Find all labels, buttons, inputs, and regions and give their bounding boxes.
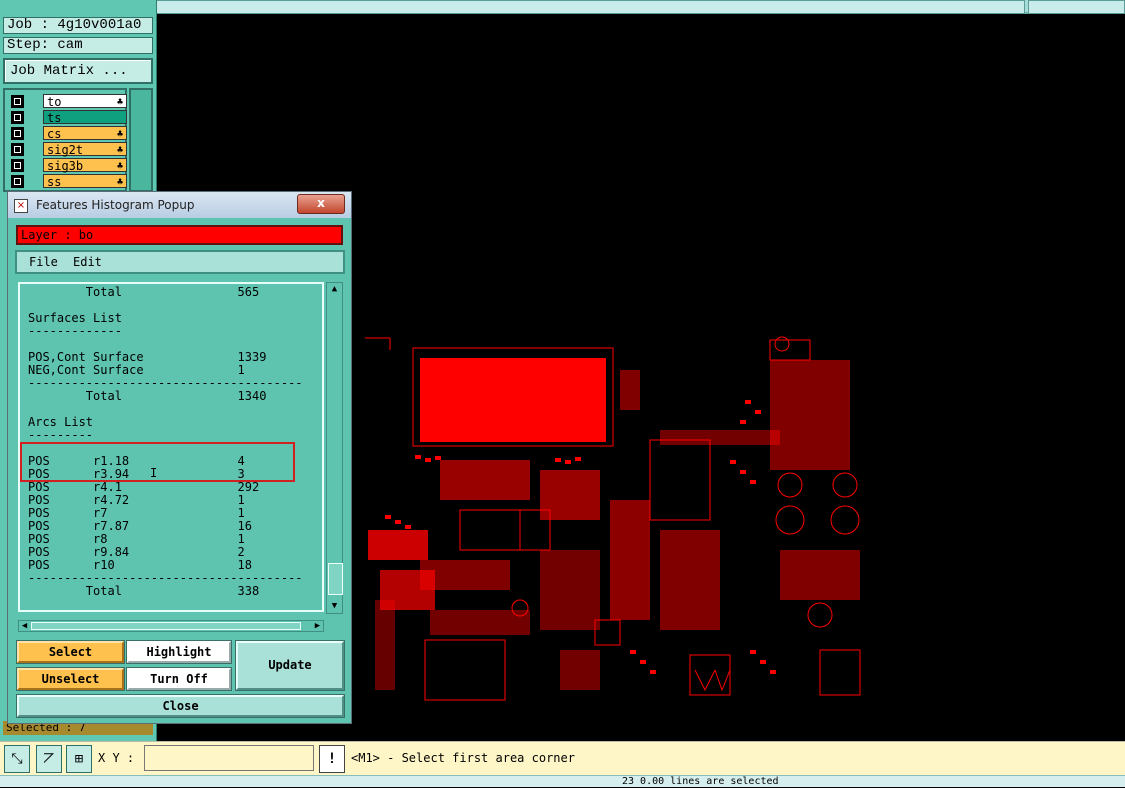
scroll-right-arrow-icon[interactable]: ▶ xyxy=(312,621,323,631)
warning-button[interactable]: ! xyxy=(319,745,345,773)
pcb-layer-drawing xyxy=(365,336,861,701)
copper-pour-block xyxy=(420,358,606,442)
update-button[interactable]: Update xyxy=(235,640,345,691)
pcb-canvas[interactable] xyxy=(360,320,880,710)
step-label: Step: cam xyxy=(3,37,153,54)
layer-checkbox[interactable] xyxy=(11,95,24,108)
leaf-icon: ♣ xyxy=(116,145,123,156)
menu-edit[interactable]: Edit xyxy=(73,255,102,269)
footer-status: 23 0.00 lines are selected xyxy=(0,775,1125,787)
layer-row-ts[interactable]: ts xyxy=(7,110,127,125)
zoom-area-icon[interactable]: ⤡ xyxy=(4,745,30,773)
layer-name[interactable]: sig2t ♣ xyxy=(43,142,127,157)
list-horizontal-scrollbar[interactable]: ◀ ▶ xyxy=(18,620,324,632)
popup-title: Features Histogram Popup xyxy=(36,198,195,212)
select-button[interactable]: Select xyxy=(16,640,125,664)
scroll-up-arrow-icon[interactable]: ▲ xyxy=(329,284,340,295)
mouse-prompt: <M1> - Select first area corner xyxy=(351,751,575,765)
layer-name[interactable]: to ♣ xyxy=(43,94,127,109)
histogram-line: ------------- xyxy=(28,324,122,338)
top-strip-field xyxy=(155,0,1025,14)
layer-checkbox[interactable] xyxy=(11,127,24,140)
bottom-status-bar: ⤡ ⦢ ⊞ X Y : ! <M1> - Select first area c… xyxy=(0,741,1125,775)
measure-icon[interactable]: ⦢ xyxy=(36,745,62,773)
scroll-thumb[interactable] xyxy=(328,563,343,595)
job-label: Job : 4g10v001a0 xyxy=(3,17,153,34)
leaf-icon: ♣ xyxy=(116,177,123,188)
layer-indicator: Layer : bo xyxy=(16,225,343,245)
job-matrix-button[interactable]: Job Matrix ... xyxy=(3,58,153,84)
leaf-icon: ♣ xyxy=(116,97,123,108)
scroll-down-arrow-icon[interactable]: ▼ xyxy=(329,601,340,612)
layer-row-to[interactable]: to ♣ xyxy=(7,94,127,109)
layer-row-sig3b[interactable]: sig3b ♣ xyxy=(7,158,127,173)
highlight-button[interactable]: Highlight xyxy=(126,640,232,664)
layer-name[interactable]: cs ♣ xyxy=(43,126,127,141)
popup-menubar: File Edit xyxy=(15,250,345,274)
top-strip-field-right xyxy=(1028,0,1125,14)
layer-checkbox[interactable] xyxy=(11,111,24,124)
text-cursor-icon: I xyxy=(150,466,158,480)
layer-checkbox[interactable] xyxy=(11,175,24,188)
footer-text: 23 0.00 lines are selected xyxy=(622,776,779,787)
highlight-annotation-box xyxy=(20,442,295,482)
layer-row-cs[interactable]: cs ♣ xyxy=(7,126,127,141)
menu-file[interactable]: File xyxy=(29,255,58,269)
close-button[interactable]: Close xyxy=(16,694,345,718)
layer-name[interactable]: ss ♣ xyxy=(43,174,127,189)
leaf-icon: ♣ xyxy=(116,161,123,172)
top-toolbar-strip xyxy=(155,0,1125,14)
popup-titlebar[interactable]: × Features Histogram Popup x xyxy=(8,192,351,218)
xy-label: X Y : xyxy=(98,751,135,765)
layer-name[interactable]: ts xyxy=(43,110,127,125)
unselect-button[interactable]: Unselect xyxy=(16,667,125,691)
snap-grid-icon[interactable]: ⊞ xyxy=(66,745,92,773)
histogram-line: --------- xyxy=(28,428,94,442)
layer-checkbox[interactable] xyxy=(11,159,24,172)
layer-name[interactable]: sig3b ♣ xyxy=(43,158,127,173)
histogram-line: Total 1340 xyxy=(28,389,267,403)
layer-checkbox[interactable] xyxy=(11,143,24,156)
layer-list-scrollbar[interactable] xyxy=(129,88,153,192)
histogram-line: Total 565 xyxy=(28,285,260,299)
layer-list: to ♣ ts cs ♣ sig2t ♣ sig3b ♣ ss ♣ xyxy=(3,88,127,192)
xy-input[interactable] xyxy=(144,745,314,771)
leaf-icon: ♣ xyxy=(116,129,123,140)
window-close-button[interactable]: x xyxy=(297,194,345,214)
app-icon: × xyxy=(14,199,28,213)
list-vertical-scrollbar[interactable]: ▲ ▼ xyxy=(326,282,343,614)
hscroll-thumb[interactable] xyxy=(31,622,301,630)
layer-row-sig2t[interactable]: sig2t ♣ xyxy=(7,142,127,157)
scroll-left-arrow-icon[interactable]: ◀ xyxy=(19,621,30,631)
layer-row-ss[interactable]: ss ♣ xyxy=(7,174,127,189)
turn-off-button[interactable]: Turn Off xyxy=(126,667,232,691)
histogram-line: Total 338 xyxy=(28,584,260,598)
